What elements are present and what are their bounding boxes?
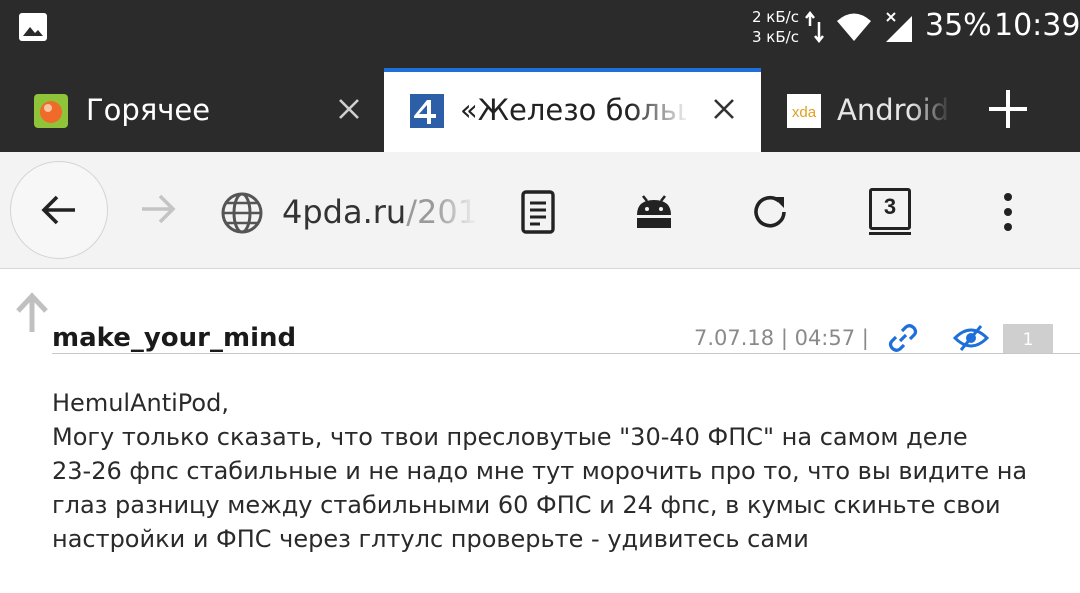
- network-speed: 2 кБ/с 3 кБ/с: [752, 7, 799, 47]
- reload-icon[interactable]: [746, 188, 794, 236]
- post-header-divider: [52, 353, 1080, 354]
- top-bar: 2 кБ/с 3 кБ/с 35% 10:39 Горячее «Железо …: [0, 0, 1080, 152]
- pikabu-icon: [34, 94, 68, 128]
- xda-icon-text: xda: [792, 104, 817, 121]
- battery-level: 35%: [925, 8, 992, 43]
- net-down-speed: 3 кБ/с: [752, 28, 799, 46]
- menu-icon[interactable]: [984, 188, 1032, 236]
- post-line: Могу только сказать, что твои пресловуты…: [52, 423, 968, 451]
- forward-icon: [142, 194, 176, 224]
- new-tab-icon[interactable]: [985, 86, 1031, 132]
- post-number-badge[interactable]: 1: [1003, 324, 1053, 353]
- tab-count: 3: [883, 194, 897, 219]
- address-bar[interactable]: 4pda.ru/2018: [282, 190, 478, 234]
- signal-icon: [886, 12, 912, 42]
- url-domain: 4pda.ru: [282, 193, 407, 231]
- clock: 10:39: [994, 8, 1080, 43]
- close-tab-icon[interactable]: [336, 96, 362, 122]
- tab-goryachee[interactable]: Горячее: [0, 68, 384, 152]
- post-body: HemulAntiPod, Могу только сказать, что т…: [52, 386, 1072, 556]
- gallery-icon: [19, 13, 47, 41]
- reader-mode-icon[interactable]: [514, 188, 562, 236]
- net-up-speed: 2 кБ/с: [752, 8, 799, 26]
- data-updown-icon: [805, 10, 824, 44]
- post-line: глаз разницу между стабильными 60 ФПС и …: [52, 491, 1001, 519]
- tab-title-fade: [630, 84, 690, 136]
- status-bar: 2 кБ/с 3 кБ/с 35% 10:39: [0, 0, 1080, 56]
- 4pda-icon: [410, 94, 444, 128]
- forward-button[interactable]: [110, 161, 206, 257]
- post-line: настройки и ФПС через глтулс проверьте -…: [52, 525, 809, 553]
- globe-icon[interactable]: [220, 191, 264, 235]
- url-fade: [434, 190, 478, 234]
- tab-count-underline: [869, 232, 911, 235]
- post-line: HemulAntiPod,: [52, 389, 229, 417]
- hide-eye-icon[interactable]: [953, 324, 989, 352]
- android-icon[interactable]: [630, 188, 678, 236]
- tab-switcher-button[interactable]: 3: [869, 188, 911, 235]
- tab-zhelezo[interactable]: «Железо больш: [384, 68, 761, 152]
- close-tab-icon[interactable]: [711, 96, 737, 122]
- post-author[interactable]: make_your_mind: [52, 322, 296, 354]
- link-icon[interactable]: [887, 322, 919, 354]
- back-button[interactable]: [10, 161, 108, 259]
- tab-strip: Горячее «Железо больш xda Android: [0, 68, 1080, 152]
- tab-title: Горячее: [86, 93, 211, 127]
- tab-android[interactable]: xda Android: [761, 68, 951, 152]
- back-icon: [41, 195, 75, 225]
- post-date: 7.07.18 | 04:57 |: [694, 326, 869, 350]
- post-line: 23-26 фпс стабильные и не надо мне тут м…: [52, 457, 1028, 485]
- wifi-icon: [837, 13, 871, 41]
- active-tab-indicator: [384, 68, 761, 72]
- xda-icon: xda: [787, 94, 821, 128]
- scroll-up-icon[interactable]: [14, 292, 50, 334]
- browser-toolbar: 4pda.ru/2018 3: [0, 152, 1080, 269]
- tab-title-fade: [911, 84, 951, 136]
